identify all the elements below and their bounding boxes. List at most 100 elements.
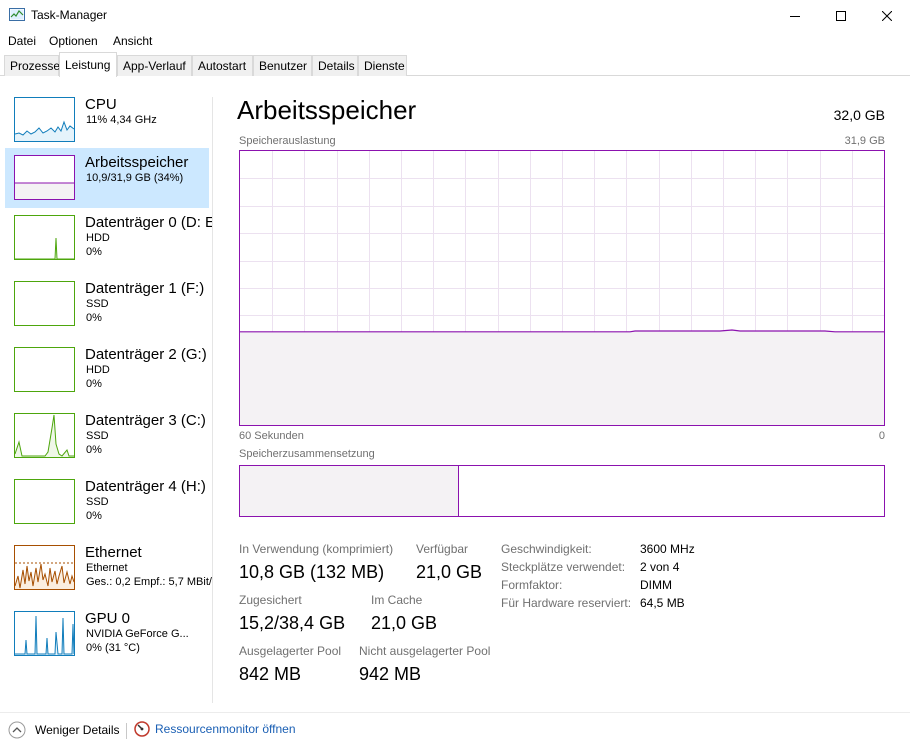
sidebar-item-gpu-0[interactable]: GPU 0 NVIDIA GeForce G... 0% (31 °C): [5, 604, 209, 664]
memory-composition-bar: [239, 465, 885, 517]
form-factor-label: Formfaktor:: [501, 578, 563, 592]
disk-4-thumbnail: [14, 479, 75, 524]
sidebar-item-label: Arbeitsspeicher: [85, 154, 189, 171]
sidebar-item-detail: 0%: [86, 312, 102, 324]
tab-benutzer[interactable]: Benutzer: [253, 55, 312, 76]
tab-details[interactable]: Details: [312, 55, 358, 76]
sidebar-item-label: GPU 0: [85, 610, 131, 627]
speed-label: Geschwindigkeit:: [501, 542, 592, 556]
sidebar-item-type: SSD: [86, 496, 109, 508]
in-use-label: In Verwendung (komprimiert): [239, 542, 394, 556]
menu-datei[interactable]: Datei: [8, 34, 36, 48]
disk-1-thumbnail: [14, 281, 75, 326]
total-memory: 32,0 GB: [833, 107, 885, 123]
usage-graph-max: 31,9 GB: [844, 135, 885, 147]
maximize-button[interactable]: [818, 0, 864, 31]
composition-label: Speicherzusammensetzung: [239, 448, 375, 460]
sidebar-item-detail: 10,9/31,9 GB (34%): [86, 172, 184, 184]
available-label: Verfügbar: [416, 542, 469, 556]
slots-value: 2 von 4: [640, 560, 680, 574]
fewer-details-label: Weniger Details: [35, 723, 120, 737]
sidebar-item-disk-4[interactable]: Datenträger 4 (H:) SSD 0%: [5, 472, 209, 532]
usage-graph-label: Speicherauslastung: [239, 135, 336, 147]
sidebar-item-detail: 0%: [86, 246, 102, 258]
sidebar-item-detail: 11% 4,34 GHz: [86, 114, 157, 126]
sidebar-item-type: SSD: [86, 298, 109, 310]
performance-sidebar: CPU 11% 4,34 GHz Arbeitsspeicher 10,9/31…: [0, 90, 213, 700]
menu-ansicht[interactable]: Ansicht: [113, 34, 152, 48]
sidebar-item-label: Ethernet: [85, 544, 142, 561]
slots-label: Steckplätze verwendet:: [501, 560, 626, 574]
ethernet-thumbnail: [14, 545, 75, 590]
composition-in-use: [240, 466, 459, 516]
gpu-thumbnail: [14, 611, 75, 656]
nonpaged-pool-value: 942 MB: [359, 664, 422, 684]
fewer-details-button[interactable]: Weniger Details: [8, 721, 119, 739]
form-factor-value: DIMM: [640, 578, 672, 592]
sidebar-item-type: NVIDIA GeForce G...: [86, 628, 189, 640]
tab-leistung[interactable]: Leistung: [59, 52, 117, 77]
committed-value: 15,2/38,4 GB: [239, 613, 346, 633]
sidebar-item-cpu[interactable]: CPU 11% 4,34 GHz: [5, 90, 209, 150]
sidebar-item-type: SSD: [86, 430, 109, 442]
sidebar-item-disk-3[interactable]: Datenträger 3 (C:) SSD 0%: [5, 406, 209, 466]
sidebar-item-detail: 0% (31 °C): [86, 642, 140, 654]
sidebar-item-ethernet[interactable]: Ethernet Ethernet Ges.: 0,2 Empf.: 5,7 M…: [5, 538, 213, 598]
committed-label: Zugesichert: [239, 593, 302, 607]
sidebar-item-type: HDD: [86, 364, 110, 376]
window-title: Task-Manager: [31, 8, 108, 22]
disk-2-thumbnail: [14, 347, 75, 392]
sidebar-item-detail: 0%: [86, 444, 102, 456]
minimize-icon: [790, 15, 800, 17]
disk-3-thumbnail: [14, 413, 75, 458]
sidebar-item-label: Datenträger 1 (F:): [85, 280, 205, 297]
close-button[interactable]: [864, 0, 910, 31]
sidebar-item-type: HDD: [86, 232, 110, 244]
sidebar-item-detail: Ges.: 0,2 Empf.: 5,7 MBit/s: [86, 576, 213, 588]
sidebar-item-disk-2[interactable]: Datenträger 2 (G:) HDD 0%: [5, 340, 209, 400]
resource-monitor-link[interactable]: Ressourcenmonitor öffnen: [134, 721, 296, 737]
maximize-icon: [836, 10, 846, 21]
tab-prozesse[interactable]: Prozesse: [4, 55, 60, 76]
close-icon: [882, 10, 892, 21]
cached-label: Im Cache: [371, 593, 423, 607]
sidebar-item-memory[interactable]: Arbeitsspeicher 10,9/31,9 GB (34%): [5, 148, 209, 208]
menu-bar: Datei Optionen Ansicht: [0, 31, 910, 51]
sidebar-item-detail: 0%: [86, 510, 102, 522]
sidebar-item-label: CPU: [85, 96, 117, 113]
paged-pool-value: 842 MB: [239, 664, 302, 684]
task-manager-icon: [9, 8, 25, 21]
sidebar-item-disk-1[interactable]: Datenträger 1 (F:) SSD 0%: [5, 274, 209, 334]
tab-autostart[interactable]: Autostart: [192, 55, 253, 76]
chevron-up-icon: [8, 721, 26, 739]
page-title: Arbeitsspeicher: [237, 95, 417, 125]
tab-bar: Prozesse Leistung App-Verlauf Autostart …: [0, 51, 910, 77]
usage-area: [240, 330, 884, 425]
minimize-button[interactable]: [772, 0, 818, 31]
hardware-reserved-value: 64,5 MB: [640, 596, 685, 610]
sidebar-divider: [212, 97, 213, 703]
menu-optionen[interactable]: Optionen: [49, 34, 98, 48]
paged-pool-label: Ausgelagerter Pool: [239, 644, 342, 658]
sidebar-item-detail: 0%: [86, 378, 102, 390]
footer: Weniger Details Ressourcenmonitor öffnen: [0, 712, 910, 755]
tab-app-verlauf[interactable]: App-Verlauf: [117, 55, 192, 76]
hardware-reserved-label: Für Hardware reserviert:: [501, 596, 632, 610]
memory-thumbnail: [14, 155, 75, 200]
disk-0-thumbnail: [14, 215, 75, 260]
sidebar-item-label: Datenträger 4 (H:): [85, 478, 206, 495]
speed-value: 3600 MHz: [640, 542, 695, 556]
cpu-thumbnail: [14, 97, 75, 142]
sidebar-item-disk-0[interactable]: Datenträger 0 (D: E HDD 0%: [5, 208, 213, 268]
footer-divider: [126, 723, 127, 739]
resource-monitor-icon: [134, 721, 150, 737]
nonpaged-pool-label: Nicht ausgelagerter Pool: [359, 644, 491, 658]
sidebar-item-label: Datenträger 3 (C:): [85, 412, 206, 429]
memory-usage-chart: [240, 151, 884, 425]
time-axis-end: 0: [878, 430, 885, 442]
tab-dienste[interactable]: Dienste: [358, 55, 407, 76]
resource-monitor-label[interactable]: Ressourcenmonitor öffnen: [155, 722, 296, 736]
sidebar-item-label: Datenträger 0 (D: E: [85, 214, 213, 231]
cached-value: 21,0 GB: [371, 613, 438, 633]
in-use-value: 10,8 GB (132 MB): [239, 562, 385, 582]
